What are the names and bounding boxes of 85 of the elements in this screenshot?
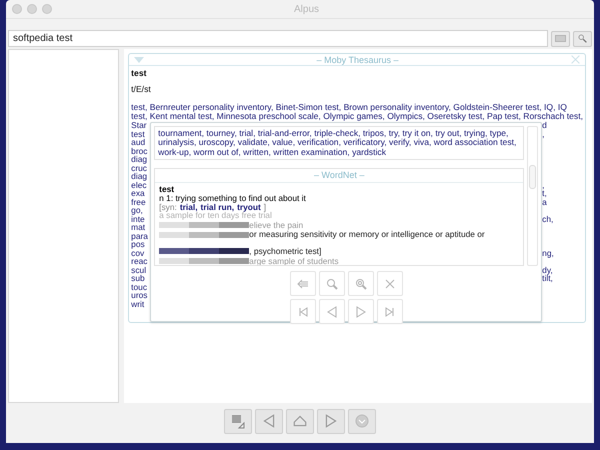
example-text: a sample for ten days free trial xyxy=(159,211,273,220)
next-icon xyxy=(354,304,368,318)
search-field[interactable]: softpedia test xyxy=(8,30,548,47)
synonym-label: [syn: xyxy=(159,202,177,212)
panel-title: – Moby Thesaurus – xyxy=(316,54,399,65)
previous-icon xyxy=(261,413,277,429)
synonym-fragment: elec xyxy=(131,180,148,189)
synonym-fragment: sub xyxy=(131,274,145,282)
definition-fragment: elieve the pain xyxy=(249,220,304,230)
synonym-link[interactable]: tryout xyxy=(237,202,261,212)
synonym-fragment: go, xyxy=(131,206,143,214)
circle-down-icon xyxy=(355,414,369,428)
bracket: ] xyxy=(264,202,266,212)
synonym-fragment: ch, xyxy=(542,214,554,223)
synonym-text: tournament, tourney, trial, trial-and-error, triple-check, tripos, try, try it on, try out, trying, type, urinalysis, uroscopy, validate, value, verification, verificatory, verify, viva, word association test, work-up, worm out of, written, written examination, yardstick xyxy=(154,126,524,160)
clear-button[interactable] xyxy=(551,30,570,46)
synonym-fragment: Star xyxy=(131,121,148,130)
synonym-fragment: , xyxy=(542,180,546,189)
nav-button[interactable] xyxy=(376,299,403,324)
nav-button[interactable] xyxy=(290,271,316,296)
synonym-fragment: free xyxy=(131,198,147,206)
nav-button[interactable] xyxy=(348,299,374,324)
synonym-fragment: test xyxy=(131,130,146,138)
nav-button[interactable] xyxy=(376,271,403,296)
definition-fragment: or measuring sensitivity or memory or intelligence or aptitude or xyxy=(249,230,485,239)
collapse-triangle-icon xyxy=(134,56,144,63)
zoom-search-icon xyxy=(354,276,368,290)
synonym-line: test, Kent mental test, Minnesota preschool scale, Olympic games, Olympics, Oseretsky test, Pap test, Rorschach test, xyxy=(131,112,583,121)
synonym-fragment: diag xyxy=(131,155,148,164)
synonym-fragment: a xyxy=(542,198,548,206)
nav-button[interactable] xyxy=(318,271,345,296)
forward-button[interactable] xyxy=(317,408,345,434)
synonym-fragment: scul xyxy=(131,266,148,274)
nav-button[interactable] xyxy=(290,299,316,324)
definition-fragment: arge sample of students xyxy=(249,256,339,265)
synonym-fragment: broc xyxy=(131,146,148,155)
home-button[interactable] xyxy=(286,408,314,434)
search-icon xyxy=(324,276,339,290)
list-edit-button[interactable] xyxy=(224,408,252,434)
synonym-fragment: mat xyxy=(131,223,146,232)
definition: n 1: trying something to find out about it xyxy=(159,194,307,203)
nav-button[interactable] xyxy=(348,271,374,296)
synonym-fragment: uros xyxy=(131,291,148,300)
next-icon xyxy=(323,413,339,429)
panel-title: – WordNet – xyxy=(314,170,364,180)
synonym-fragment: ng, xyxy=(542,248,555,257)
synonym-line: test, Bernreuter personality inventory, Binet-Simon test, Brown personality inventory, Goldstein-Sheerer test, IQ, IQ xyxy=(131,102,568,112)
search-button[interactable] xyxy=(573,30,592,46)
synonym-fragment: cov xyxy=(131,248,146,257)
definition-fragment: , psychometric test] xyxy=(249,246,322,256)
synonym-fragment: aud xyxy=(131,138,146,146)
search-icon xyxy=(578,34,587,43)
synonym-fragment: para xyxy=(131,232,149,240)
zoom-window-button[interactable] xyxy=(42,4,52,14)
synonym-fragment: d xyxy=(542,121,548,130)
synonym-fragment: diag xyxy=(131,172,148,180)
back-button[interactable] xyxy=(255,408,283,434)
nav-button[interactable] xyxy=(318,299,345,324)
menu-button[interactable] xyxy=(348,408,376,434)
pronunciation: t/E/st xyxy=(131,85,152,95)
home-icon xyxy=(292,413,308,429)
synonym-fragment: , xyxy=(542,130,546,138)
close-icon xyxy=(382,276,397,290)
previous-icon xyxy=(324,304,339,318)
scrollbar-thumb[interactable] xyxy=(529,165,536,189)
synonym-fragment: t, xyxy=(542,189,548,198)
list-edit-icon xyxy=(230,413,246,429)
synonym-fragment: writ xyxy=(131,300,146,308)
synonym-fragment: pos xyxy=(131,240,145,248)
synonym-fragment: inte xyxy=(131,214,146,223)
close-window-button[interactable] xyxy=(12,4,22,14)
window-title: Alpus xyxy=(292,4,320,14)
synonym-fragment: touc xyxy=(131,282,148,291)
synonym-fragment: tilt, xyxy=(542,274,554,282)
synonym-fragment: exa xyxy=(131,189,145,198)
headword: test xyxy=(131,69,148,78)
synonym-fragment: cruc xyxy=(131,164,148,172)
headword: test xyxy=(159,185,176,194)
synonym-link[interactable]: trial, xyxy=(180,202,198,212)
minimize-window-button[interactable] xyxy=(27,4,37,14)
synonym-fragment: dy, xyxy=(542,266,554,274)
synonym-fragment: reac xyxy=(131,257,148,266)
synonym-link[interactable]: trial run, xyxy=(200,202,234,212)
back-arrow-icon xyxy=(296,276,310,290)
scrollbar[interactable] xyxy=(527,126,538,266)
